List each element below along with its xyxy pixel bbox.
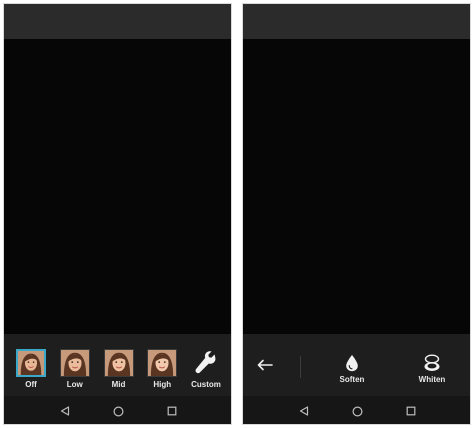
soften-label: Soften [339,375,365,384]
preset-label: Low [66,380,83,389]
back-triangle-icon [299,406,309,416]
preset-high-button[interactable]: High [141,349,183,389]
preset-low-button[interactable]: Low [54,349,96,389]
soften-button[interactable]: Soften [327,354,377,384]
beauty-presets-toolbar: Off Low Mid High Custom [4,334,231,396]
nav-home-button[interactable] [112,404,126,418]
toolbar-divider [300,356,301,378]
face-thumbnail-icon [147,349,178,377]
nav-back-button[interactable] [297,404,311,418]
face-thumbnail-icon [59,349,90,377]
nav-home-button[interactable] [351,404,365,418]
system-nav-bar [243,396,470,424]
left-phone-screen: Off Low Mid High Custom [3,3,232,425]
recents-square-icon [167,406,177,416]
right-phone-screen: Soften Whiten [242,3,471,425]
face-thumbnail-icon [103,349,134,377]
droplet-icon [346,355,358,372]
preset-label: Mid [111,380,126,389]
system-nav-bar [4,396,231,424]
nav-recents-button[interactable] [165,404,179,418]
comparison-canvas: Off Low Mid High Custom Soften Whiten [0,0,474,428]
camera-viewport[interactable] [243,39,470,334]
recents-square-icon [406,406,416,416]
arrow-left-icon [257,359,273,371]
home-circle-icon [113,405,124,417]
face-thumbnail-icon [16,349,46,377]
custom-button[interactable]: Custom [185,349,227,389]
custom-label: Custom [191,380,221,389]
preset-mid-button[interactable]: Mid [98,349,140,389]
nav-back-button[interactable] [58,404,72,418]
preset-label: Off [25,380,37,389]
home-circle-icon [352,405,363,417]
compact-mirror-icon [424,354,440,371]
whiten-button[interactable]: Whiten [407,354,457,384]
preset-label: High [153,380,172,389]
back-triangle-icon [60,406,70,416]
camera-viewport[interactable] [4,39,231,334]
status-bar [4,4,231,39]
wrench-icon [191,349,221,377]
status-bar [243,4,470,39]
whiten-label: Whiten [418,375,446,384]
nav-recents-button[interactable] [404,404,418,418]
preset-off-button[interactable]: Off [10,349,52,389]
custom-tools-toolbar: Soften Whiten [243,334,470,396]
back-button[interactable] [253,357,277,373]
